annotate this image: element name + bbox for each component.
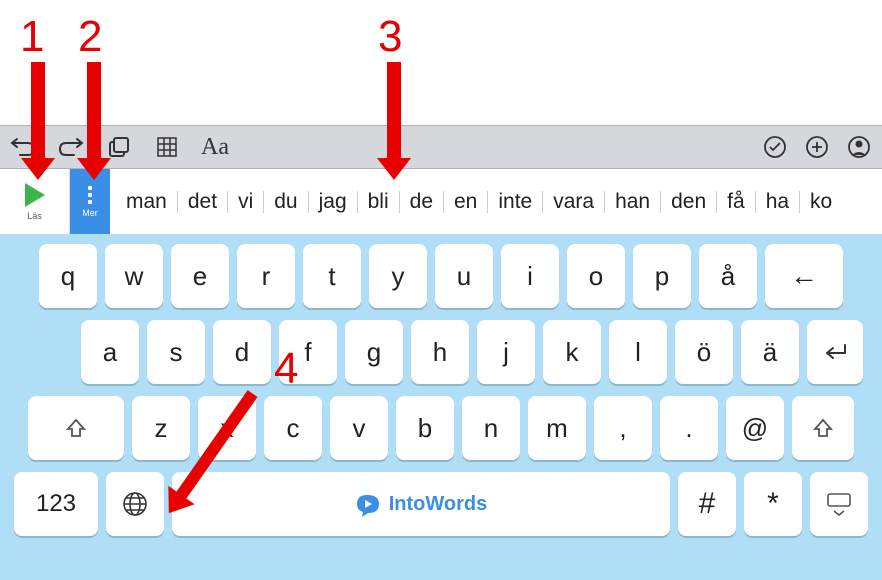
prediction-word[interactable]: de (400, 191, 444, 213)
prediction-word[interactable]: bli (358, 191, 400, 213)
prediction-word[interactable]: han (605, 191, 661, 213)
predictions-list: man det vi du jag bli de en inte vara ha… (110, 169, 882, 234)
prediction-word[interactable]: jag (309, 191, 358, 213)
prediction-word[interactable]: man (116, 191, 178, 213)
key-n[interactable]: n (462, 396, 520, 460)
intowords-logo-icon (355, 491, 381, 517)
text-area[interactable] (0, 0, 882, 125)
key-j[interactable]: j (477, 320, 535, 384)
key-p[interactable]: p (633, 244, 691, 308)
key-shift-right[interactable] (792, 396, 854, 460)
key-aring[interactable]: å (699, 244, 757, 308)
key-comma[interactable]: , (594, 396, 652, 460)
key-x[interactable]: x (198, 396, 256, 460)
key-enter[interactable] (807, 320, 863, 384)
plus-circle-icon[interactable] (802, 132, 832, 162)
read-button-label: Läs (27, 211, 42, 221)
key-a[interactable]: a (81, 320, 139, 384)
prediction-word[interactable]: du (264, 191, 308, 213)
enter-icon (821, 342, 849, 362)
toolbar: Aa (0, 125, 882, 169)
table-icon[interactable] (152, 132, 182, 162)
key-at[interactable]: @ (726, 396, 784, 460)
key-dismiss[interactable] (810, 472, 868, 536)
key-w[interactable]: w (105, 244, 163, 308)
key-q[interactable]: q (39, 244, 97, 308)
key-numeric[interactable]: 123 (14, 472, 98, 536)
prediction-word[interactable]: vi (228, 191, 264, 213)
undo-icon[interactable] (8, 132, 38, 162)
key-r[interactable]: r (237, 244, 295, 308)
key-d[interactable]: d (213, 320, 271, 384)
key-hash[interactable]: # (678, 472, 736, 536)
more-button[interactable]: Mer (70, 169, 110, 234)
key-globe[interactable] (106, 472, 164, 536)
key-z[interactable]: z (132, 396, 190, 460)
prediction-word[interactable]: inte (488, 191, 543, 213)
key-s[interactable]: s (147, 320, 205, 384)
key-k[interactable]: k (543, 320, 601, 384)
layers-icon[interactable] (104, 132, 134, 162)
key-u[interactable]: u (435, 244, 493, 308)
read-button[interactable]: Läs (0, 169, 70, 234)
prediction-word[interactable]: vara (543, 191, 605, 213)
key-space[interactable]: IntoWords (172, 472, 670, 536)
prediction-word[interactable]: få (717, 191, 756, 213)
key-l[interactable]: l (609, 320, 667, 384)
key-backspace[interactable]: ← (765, 244, 843, 308)
prediction-word[interactable]: ha (756, 191, 800, 213)
key-v[interactable]: v (330, 396, 388, 460)
more-button-label: Mer (82, 208, 98, 218)
key-c[interactable]: c (264, 396, 322, 460)
key-shift-left[interactable] (28, 396, 124, 460)
redo-icon[interactable] (56, 132, 86, 162)
key-i[interactable]: i (501, 244, 559, 308)
keyboard: q w e r t y u i o p å ← a s d f g h j k … (0, 234, 882, 580)
key-f[interactable]: f (279, 320, 337, 384)
key-e[interactable]: e (171, 244, 229, 308)
key-b[interactable]: b (396, 396, 454, 460)
key-odia[interactable]: ö (675, 320, 733, 384)
key-h[interactable]: h (411, 320, 469, 384)
prediction-word[interactable]: den (661, 191, 717, 213)
play-icon (25, 183, 45, 207)
more-dots-icon (88, 186, 92, 204)
key-y[interactable]: y (369, 244, 427, 308)
key-m[interactable]: m (528, 396, 586, 460)
key-g[interactable]: g (345, 320, 403, 384)
prediction-word[interactable]: en (444, 191, 488, 213)
check-circle-icon[interactable] (760, 132, 790, 162)
key-star[interactable]: * (744, 472, 802, 536)
space-brand: IntoWords (355, 491, 488, 517)
person-circle-icon[interactable] (844, 132, 874, 162)
font-icon[interactable]: Aa (200, 132, 230, 162)
key-period[interactable]: . (660, 396, 718, 460)
key-o[interactable]: o (567, 244, 625, 308)
shift-icon (65, 417, 87, 439)
globe-icon (121, 490, 149, 518)
prediction-word[interactable]: ko (800, 191, 842, 213)
shift-icon (812, 417, 834, 439)
key-adia[interactable]: ä (741, 320, 799, 384)
prediction-bar: Läs Mer man det vi du jag bli de en inte… (0, 169, 882, 234)
dismiss-keyboard-icon (824, 492, 854, 516)
key-t[interactable]: t (303, 244, 361, 308)
backspace-icon: ← (790, 260, 818, 292)
prediction-word[interactable]: det (178, 191, 228, 213)
